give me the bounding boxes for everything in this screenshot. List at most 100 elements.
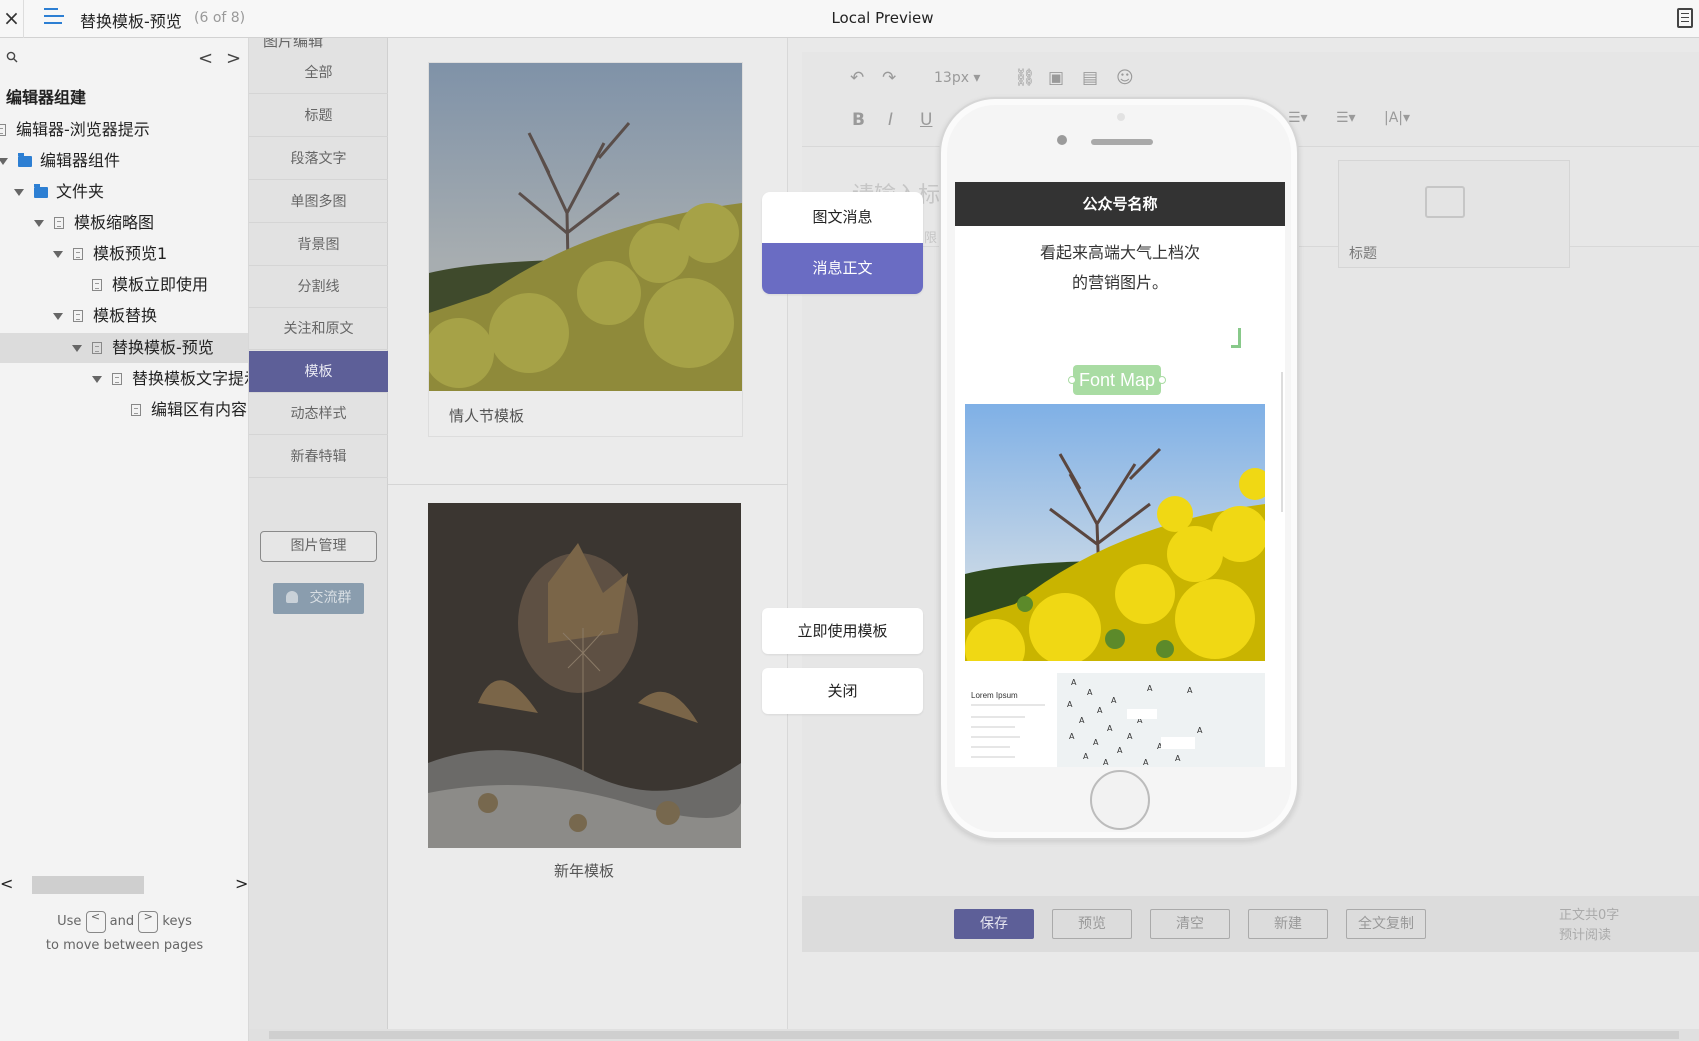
svg-text:A: A (1087, 688, 1093, 697)
cover-thumbnail[interactable]: 标题 (1338, 160, 1570, 268)
svg-text:A: A (1069, 732, 1075, 741)
tab-message-body[interactable]: 消息正文 (762, 243, 923, 294)
tree-root-label: 编辑器组建 (6, 88, 87, 107)
category-background[interactable]: 背景图 (249, 224, 388, 266)
prev-page-button[interactable]: < (198, 48, 213, 69)
phone-sensor (1117, 113, 1125, 121)
divider (388, 484, 788, 485)
preview-button[interactable]: 预览 (1052, 909, 1132, 939)
sidebar-scrollbar[interactable]: < > (0, 874, 248, 894)
emoji-icon[interactable]: ☺ (1116, 68, 1134, 88)
body-text-line: 看起来高端大气上档次 (1039, 243, 1200, 262)
main-scrollbar[interactable] (249, 1029, 1699, 1041)
template-name: 新年模板 (554, 862, 615, 880)
app-title: Local Preview (831, 9, 934, 27)
category-images[interactable]: 单图多图 (249, 181, 388, 223)
tree-item-label: 模板缩略图 (74, 213, 155, 232)
category-all[interactable]: 全部 (249, 52, 388, 94)
tree-item-template-use[interactable]: 模板立即使用 (92, 270, 208, 300)
group-chat-button[interactable]: 交流群 (273, 583, 364, 614)
redo-icon[interactable]: ↷ (882, 68, 896, 88)
gallery-icon[interactable]: ▤ (1082, 68, 1098, 88)
phone-camera (1057, 135, 1067, 145)
save-button[interactable]: 保存 (954, 909, 1034, 939)
hint-text: and (109, 914, 135, 929)
copy-all-button[interactable]: 全文复制 (1346, 909, 1426, 939)
expand-icon[interactable] (34, 220, 44, 227)
category-follow[interactable]: 关注和原文 (249, 308, 388, 350)
tree-item-label: 模板立即使用 (112, 275, 209, 294)
tree-item-label: 替换模板-预览 (112, 338, 214, 357)
folder-icon (34, 184, 48, 198)
category-paragraph[interactable]: 段落文字 (249, 138, 388, 180)
tree-item-template-thumbnail[interactable]: 模板缩略图 (34, 208, 154, 238)
expand-icon[interactable] (72, 345, 82, 352)
home-button[interactable] (1090, 770, 1150, 830)
line-height-icon[interactable]: |A|▾ (1384, 110, 1410, 126)
search-icon[interactable] (6, 51, 18, 63)
phone-scrollbar[interactable] (1281, 372, 1283, 512)
tree-item-browser-hint[interactable]: 编辑器-浏览器提示 (0, 115, 150, 145)
svg-text:A: A (1127, 732, 1133, 741)
scrollbar-thumb[interactable] (32, 876, 144, 894)
account-name: 公众号名称 (955, 182, 1285, 226)
phone-screen[interactable]: 公众号名称 看起来高端大气上档次 的营销图片。 Font Map Lorem I… (955, 182, 1285, 767)
page-icon (131, 404, 141, 416)
word-count-text: 正文共0字 (1559, 908, 1620, 923)
tree-item-editor-components[interactable]: 编辑器组件 (0, 146, 120, 176)
scrollbar-thumb[interactable] (269, 1031, 1679, 1039)
image-icon[interactable]: ▣ (1048, 68, 1064, 88)
folder-icon (18, 153, 32, 167)
image-placeholder-icon (1425, 186, 1465, 218)
hint-text: keys (162, 914, 192, 929)
decorative-bracket (1231, 328, 1241, 348)
group-chat-label: 交流群 (309, 590, 352, 606)
scroll-left-icon[interactable]: < (0, 874, 13, 893)
category-template[interactable]: 模板 (249, 351, 388, 393)
page-icon (73, 310, 83, 322)
tree-item-editor-has-content[interactable]: 编辑区有内容 (131, 395, 247, 425)
indent-icon[interactable]: ☰▾ (1336, 110, 1356, 126)
undo-icon[interactable]: ↶ (850, 68, 864, 88)
expand-icon[interactable] (53, 313, 63, 320)
keyboard-hint: Use < and > keys to move between pages (0, 910, 248, 958)
close-preview-button[interactable]: 关闭 (762, 668, 923, 714)
next-key-icon: > (138, 910, 159, 933)
tab-article-message[interactable]: 图文消息 (762, 192, 923, 243)
category-divider[interactable]: 分割线 (249, 266, 388, 308)
category-dynamic[interactable]: 动态样式 (249, 393, 388, 435)
category-spring[interactable]: 新春特辑 (249, 436, 388, 478)
expand-icon[interactable] (0, 158, 8, 165)
tree-item-template-replace[interactable]: 模板替换 (53, 301, 157, 331)
link-icon[interactable]: ⛓ (1014, 68, 1036, 88)
category-title[interactable]: 标题 (249, 95, 388, 137)
tree-item-replace-text-hint[interactable]: 替换模板文字提示 (92, 364, 248, 394)
notes-icon[interactable] (1677, 8, 1693, 28)
qq-icon (285, 591, 298, 603)
image-manager-button[interactable]: 图片管理 (260, 531, 377, 562)
underline-button[interactable]: U (920, 110, 932, 130)
use-template-button[interactable]: 立即使用模板 (762, 608, 923, 654)
svg-text:A: A (1197, 726, 1203, 735)
font-size-select[interactable]: 13px ▾ (934, 70, 980, 86)
svg-text:A: A (1175, 754, 1181, 763)
next-page-button[interactable]: > (226, 48, 241, 69)
template-card-newyear[interactable]: 新年模板 (428, 503, 743, 880)
italic-button[interactable]: I (888, 110, 893, 130)
tree-item-label: 编辑区有内容 (151, 400, 248, 419)
svg-text:A: A (1103, 758, 1109, 767)
clear-button[interactable]: 清空 (1150, 909, 1230, 939)
svg-text:A: A (1083, 752, 1089, 761)
expand-icon[interactable] (14, 189, 24, 196)
scroll-right-icon[interactable]: > (235, 874, 248, 893)
template-card-valentine[interactable]: 情人节模板 (424, 62, 743, 437)
tree-item-label: 文件夹 (56, 182, 105, 201)
new-button[interactable]: 新建 (1248, 909, 1328, 939)
editor-hint: 限 (924, 231, 938, 246)
expand-icon[interactable] (92, 376, 102, 383)
tree-item-folder[interactable]: 文件夹 (14, 177, 104, 207)
tree-item-template-preview[interactable]: 模板预览1 (53, 239, 167, 269)
tree-item-replace-preview[interactable]: 替换模板-预览 (0, 333, 248, 363)
bold-button[interactable]: B (852, 110, 865, 130)
expand-icon[interactable] (53, 251, 63, 258)
